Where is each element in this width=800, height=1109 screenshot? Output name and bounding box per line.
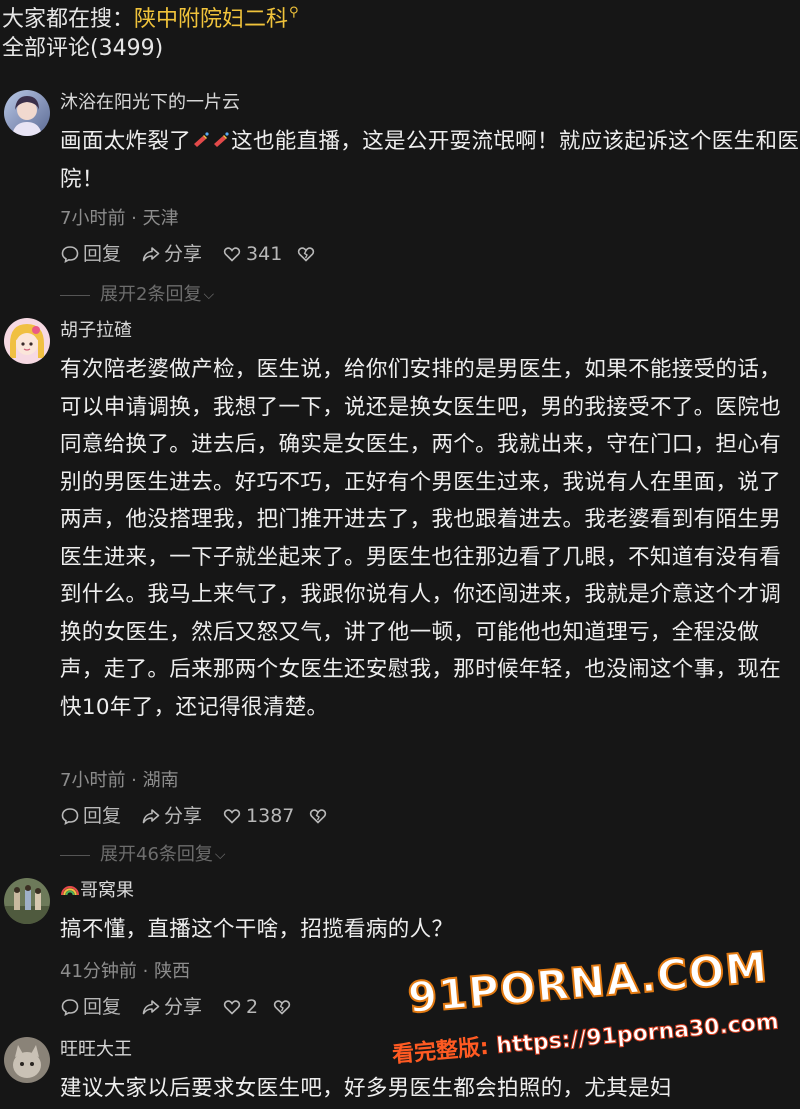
expand-replies-button[interactable]: 展开2条回复 ⌵ — [60, 283, 214, 307]
avatar[interactable] — [4, 1037, 50, 1083]
like-count: 1387 — [246, 805, 295, 827]
heart-icon — [222, 806, 242, 826]
like-button[interactable]: 2 — [222, 994, 258, 1020]
broken-heart-icon — [272, 997, 292, 1017]
comment-bubble-icon — [60, 806, 80, 826]
share-label: 分享 — [164, 805, 203, 827]
avatar[interactable] — [4, 90, 50, 136]
expand-replies-button[interactable]: 展开46条回复 ⌵ — [60, 843, 226, 867]
share-button[interactable]: 分享 — [141, 994, 202, 1020]
comment-text-part: 画面太炸裂了 — [60, 129, 192, 154]
comment-bubble-icon — [60, 997, 80, 1017]
like-button[interactable]: 341 — [222, 241, 282, 267]
search-icon[interactable]: ⚲ — [289, 5, 299, 20]
divider-line — [60, 854, 90, 856]
share-arrow-icon — [141, 997, 161, 1017]
reply-button[interactable]: 回复 — [60, 994, 121, 1020]
firecracker-emoji-icon — [214, 132, 229, 147]
comment-actions: 回复 分享 2 — [60, 994, 315, 1020]
dislike-button[interactable] — [272, 997, 295, 1017]
reply-label: 回复 — [83, 996, 122, 1018]
avatar[interactable] — [4, 318, 50, 364]
hot-search-bar[interactable]: 大家都在搜：陕中附院妇二科⚲ — [2, 0, 299, 35]
comment-text: 搞不懂，直播这个干啥，招揽看病的人？ — [60, 917, 454, 942]
chevron-down-icon: ⌵ — [203, 287, 215, 303]
like-count: 2 — [246, 996, 259, 1018]
broken-heart-icon — [296, 244, 316, 264]
username-text: 哥窝果 — [80, 880, 134, 901]
reply-label: 回复 — [83, 243, 122, 265]
watermark-url: https://91porna30.com — [495, 1009, 780, 1060]
all-comments-count: 全部评论(3499) — [2, 36, 164, 61]
reply-button[interactable]: 回复 — [60, 241, 121, 267]
comment-actions: 回复 分享 341 — [60, 241, 339, 267]
comment-meta: 7小时前 · 湖南 — [60, 770, 179, 791]
expand-replies-label: 展开46条回复 — [100, 844, 213, 865]
heart-icon — [222, 244, 242, 264]
avatar[interactable] — [4, 878, 50, 924]
share-arrow-icon — [141, 244, 161, 264]
divider-line — [60, 294, 90, 296]
comment-bubble-icon — [60, 244, 80, 264]
chevron-down-icon: ⌵ — [214, 847, 226, 863]
comment-meta: 7小时前 · 天津 — [60, 208, 179, 229]
username[interactable]: 旺旺大王 — [60, 1038, 132, 1062]
rainbow-emoji-icon — [61, 886, 79, 896]
comment-text: 有次陪老婆做产检，医生说，给你们安排的是男医生，如果不能接受的话，可以申请调换，… — [60, 357, 782, 720]
share-button[interactable]: 分享 — [141, 803, 202, 829]
username[interactable]: 胡子拉碴 — [60, 319, 132, 343]
share-button[interactable]: 分享 — [141, 241, 202, 267]
username[interactable]: 哥窝果 — [60, 879, 134, 903]
comment-actions: 回复 分享 1387 — [60, 803, 351, 829]
comment-meta: 41分钟前 · 陕西 — [60, 961, 191, 982]
dislike-button[interactable] — [308, 806, 331, 826]
share-arrow-icon — [141, 806, 161, 826]
dislike-button[interactable] — [296, 244, 319, 264]
heart-icon — [222, 997, 242, 1017]
watermark-url-prefix: 看完整版: — [391, 1034, 490, 1069]
firecracker-emoji-icon — [194, 132, 209, 147]
like-count: 341 — [246, 243, 283, 265]
hot-search-prefix: 大家都在搜： — [2, 7, 135, 32]
share-label: 分享 — [164, 996, 203, 1018]
hot-search-term-link[interactable]: 陕中附院妇二科 — [134, 7, 288, 32]
reply-label: 回复 — [83, 805, 122, 827]
username[interactable]: 沐浴在阳光下的一片云 — [60, 91, 240, 115]
comment-text: 画面太炸裂了 这也能直播，这是公开耍流氓啊！就应该起诉这个医生和医院！ — [60, 123, 800, 198]
reply-button[interactable]: 回复 — [60, 803, 121, 829]
broken-heart-icon — [308, 806, 328, 826]
expand-replies-label: 展开2条回复 — [100, 284, 202, 305]
share-label: 分享 — [164, 243, 203, 265]
like-button[interactable]: 1387 — [222, 803, 294, 829]
